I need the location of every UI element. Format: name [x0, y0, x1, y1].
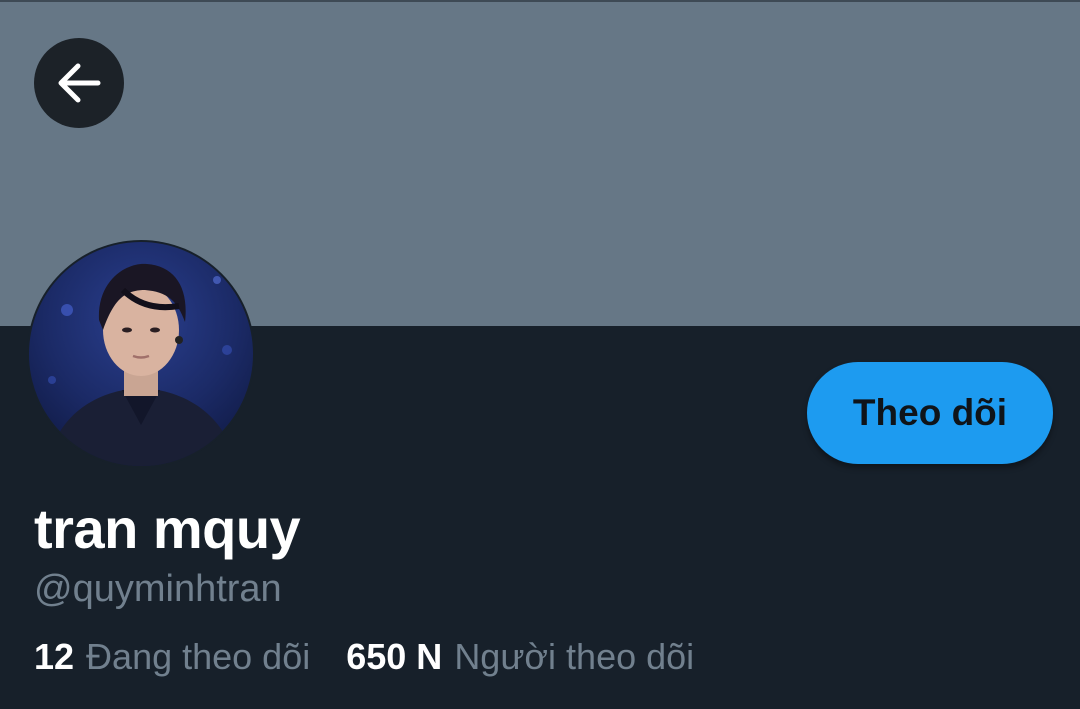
following-label: Đang theo dõi: [86, 636, 311, 677]
followers-count: 650 N: [346, 636, 443, 677]
arrow-left-icon: [58, 63, 101, 103]
following-stat[interactable]: 12 Đang theo dõi: [34, 636, 310, 678]
avatar[interactable]: [27, 240, 255, 468]
display-name: tran mquy: [34, 497, 301, 560]
avatar-image: [29, 242, 253, 466]
followers-label: Người theo dõi: [454, 636, 695, 677]
profile-stats: 12 Đang theo dõi 650 N Người theo dõi: [34, 636, 694, 678]
back-button[interactable]: [34, 38, 124, 128]
user-handle: @quyminhtran: [34, 568, 282, 610]
follow-button[interactable]: Theo dõi: [807, 362, 1053, 464]
profile-page: Theo dõi tran mquy @quyminhtran 12 Đang …: [0, 0, 1080, 709]
followers-stat[interactable]: 650 N Người theo dõi: [346, 636, 694, 678]
following-count: 12: [34, 636, 75, 677]
